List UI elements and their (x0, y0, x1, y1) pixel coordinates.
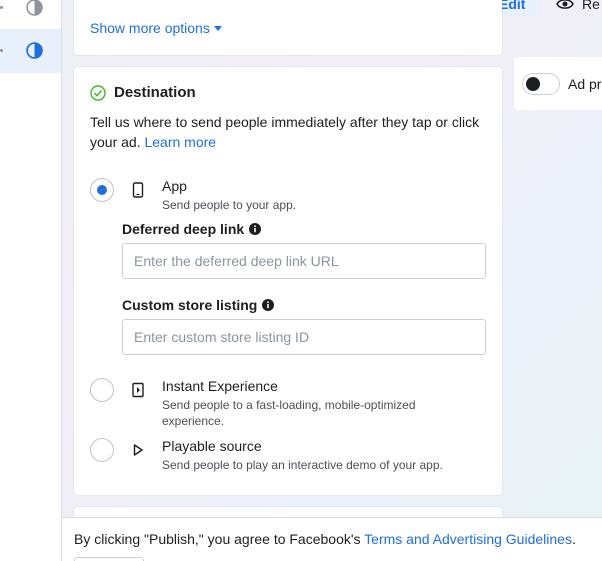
half-circle-icon (26, 0, 43, 16)
footer-prefix: By clicking "Publish," you agree to Face… (74, 531, 365, 547)
learn-more-link[interactable]: Learn more (144, 134, 216, 150)
rail-item-2[interactable] (0, 29, 61, 73)
destination-header: Destination (90, 84, 196, 101)
footer-button[interactable] (74, 557, 144, 561)
play-icon (133, 444, 143, 456)
review-button[interactable]: Re (556, 0, 600, 17)
app-option-title: App (162, 178, 187, 194)
half-circle-icon (26, 42, 43, 59)
toggle-knob (526, 77, 540, 91)
mobile-phone-icon (132, 182, 144, 198)
instant-experience-subtitle: Send people to a fast-loading, mobile-op… (162, 398, 416, 428)
custom-store-listing-input[interactable] (122, 319, 486, 355)
app-option-subtitle: Send people to your app. (162, 198, 297, 212)
custom-store-listing-label-text: Custom store listing (122, 297, 258, 313)
app-radio[interactable] (90, 178, 114, 202)
footer-suffix: . (571, 531, 576, 547)
show-more-label: Show more options (90, 20, 210, 36)
caret-down-icon (213, 26, 222, 31)
deferred-deep-link-input[interactable] (122, 243, 486, 279)
info-icon[interactable] (249, 223, 262, 235)
footer-terms-text: By clicking "Publish," you agree to Face… (74, 531, 576, 547)
check-circle-icon (90, 84, 106, 101)
terms-link[interactable]: Terms and Advertising Guidelines (364, 531, 572, 547)
ad-preview-toggle[interactable] (522, 73, 560, 95)
rail-dot (0, 6, 3, 9)
playable-source-title: Playable source (162, 438, 262, 454)
review-label: Re (582, 0, 600, 12)
destination-description: Tell us where to send people immediately… (90, 112, 485, 152)
edit-label: Edit (499, 0, 526, 12)
instant-experience-title: Instant Experience (162, 378, 278, 394)
deferred-deep-link-label: Deferred deep link (122, 221, 262, 237)
destination-title: Destination (114, 84, 196, 101)
playable-source-subtitle: Send people to play an interactive demo … (162, 458, 443, 472)
instant-experience-icon (132, 382, 144, 398)
rail-item-1[interactable] (0, 0, 61, 30)
ad-preview-label: Ad pr (568, 76, 602, 92)
deferred-deep-link-label-text: Deferred deep link (122, 221, 245, 237)
info-icon[interactable] (262, 299, 275, 311)
custom-store-listing-label: Custom store listing (122, 297, 275, 313)
left-rail (0, 0, 62, 561)
rail-dot (0, 49, 3, 52)
eye-icon (556, 0, 574, 9)
show-more-options-link[interactable]: Show more options (90, 20, 222, 36)
instant-experience-radio[interactable] (90, 378, 114, 402)
playable-source-radio[interactable] (90, 438, 114, 462)
